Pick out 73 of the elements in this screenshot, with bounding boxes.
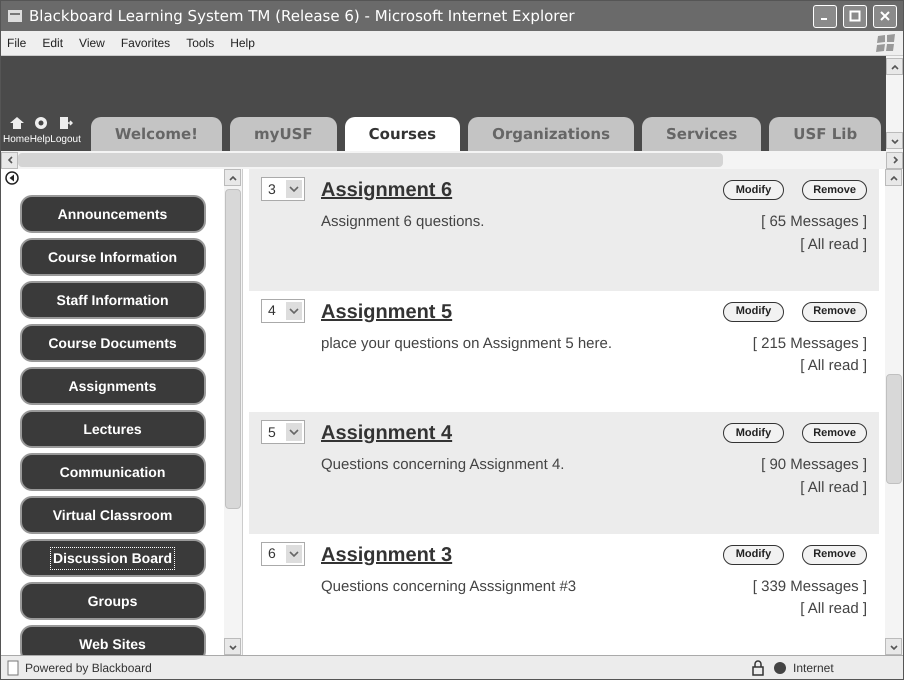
home-icon[interactable] <box>9 116 25 130</box>
forum-description: Questions concerning Assignment 4. <box>321 455 566 475</box>
sidebar-nav-button[interactable]: Announcements <box>20 195 206 233</box>
forum-title-link[interactable]: Assignment 4 <box>321 418 452 448</box>
sidebar-nav-button[interactable]: Discussion Board <box>20 539 206 577</box>
sidebar-nav-button[interactable]: Lectures <box>20 410 206 448</box>
remove-button[interactable]: Remove <box>802 423 867 443</box>
remove-button[interactable]: Remove <box>802 544 867 564</box>
message-count: [ 215 Messages ] <box>752 334 867 354</box>
menu-item[interactable]: Favorites <box>120 34 170 52</box>
maximize-icon[interactable] <box>843 4 867 28</box>
sidebar-nav-button[interactable]: Staff Information <box>20 281 206 319</box>
forum-description: Assignment 6 questions. <box>321 212 486 232</box>
sidebar-nav-button[interactable]: Assignments <box>20 367 206 405</box>
forum-title-link[interactable]: Assignment 3 <box>321 540 452 570</box>
header-link[interactable]: Help <box>30 132 50 147</box>
minimize-icon[interactable] <box>813 4 837 28</box>
dropdown-caret-icon <box>286 180 302 198</box>
menu-item[interactable]: File <box>7 34 26 52</box>
order-select[interactable]: 4 <box>261 298 305 322</box>
menu-item[interactable]: View <box>79 34 105 52</box>
horizontal-scrollbar[interactable] <box>1 151 903 169</box>
status-text: Powered by Blackboard <box>25 660 153 676</box>
close-icon[interactable] <box>873 4 897 28</box>
browser-icon <box>7 8 23 24</box>
read-status: [ All read ] <box>800 234 867 254</box>
zone-label: Internet <box>793 660 835 676</box>
scroll-thumb[interactable] <box>225 189 241 509</box>
modify-button[interactable]: Modify <box>722 544 784 564</box>
sidebar-nav-button[interactable]: Groups <box>20 582 206 620</box>
sidebar-nav-button[interactable]: Web Sites <box>20 625 206 655</box>
content-scrollbar[interactable] <box>885 169 903 655</box>
read-status: [ All read ] <box>800 478 867 498</box>
order-select[interactable]: 3 <box>261 177 305 201</box>
dropdown-caret-icon <box>286 544 302 562</box>
message-count: [ 90 Messages ] <box>761 455 867 475</box>
order-select[interactable]: 5 <box>261 420 305 444</box>
modify-button[interactable]: Modify <box>722 302 784 322</box>
remove-button[interactable]: Remove <box>802 302 867 322</box>
sidebar-nav-button[interactable]: Course Information <box>20 238 206 276</box>
sidebar-nav-button[interactable]: Communication <box>20 453 206 491</box>
forum-title-link[interactable]: Assignment 5 <box>321 296 452 326</box>
forum-description: place your questions on Assignment 5 here. <box>321 334 614 354</box>
nav-tab[interactable]: Courses <box>344 117 460 151</box>
forum-description: Questions concerning Asssignment #3 <box>321 576 578 596</box>
dropdown-caret-icon <box>286 423 302 441</box>
modify-button[interactable]: Modify <box>722 180 784 200</box>
message-count: [ 339 Messages ] <box>752 576 867 596</box>
message-count: [ 65 Messages ] <box>761 212 867 232</box>
menu-item[interactable]: Tools <box>186 34 214 52</box>
remove-button[interactable]: Remove <box>802 180 867 200</box>
header-link[interactable]: Home <box>3 132 30 147</box>
modify-button[interactable]: Modify <box>722 423 784 443</box>
lock-icon <box>751 660 765 676</box>
help-icon[interactable] <box>33 116 49 130</box>
sidebar-nav-button[interactable]: Course Documents <box>20 324 206 362</box>
door-icon[interactable] <box>57 116 73 130</box>
scroll-thumb[interactable] <box>18 153 723 167</box>
windows-logo-icon <box>875 33 897 53</box>
dropdown-caret-icon <box>286 302 302 320</box>
globe-icon <box>773 660 787 674</box>
menu-item[interactable]: Help <box>230 34 255 52</box>
read-status: [ All read ] <box>800 356 867 376</box>
scroll-thumb[interactable] <box>886 374 902 484</box>
sidebar-nav-button[interactable]: Virtual Classroom <box>20 496 206 534</box>
order-select[interactable]: 6 <box>261 542 305 566</box>
sidebar-scrollbar[interactable] <box>224 169 242 655</box>
window-title: Blackboard Learning System TM (Release 6) - Microsoft Internet Explorer <box>29 6 576 27</box>
read-status: [ All read ] <box>800 599 867 619</box>
header-link[interactable]: Logout <box>50 132 81 147</box>
menu-item[interactable]: Edit <box>42 34 64 52</box>
forum-title-link[interactable]: Assignment 6 <box>321 175 452 205</box>
page-icon <box>5 660 21 676</box>
